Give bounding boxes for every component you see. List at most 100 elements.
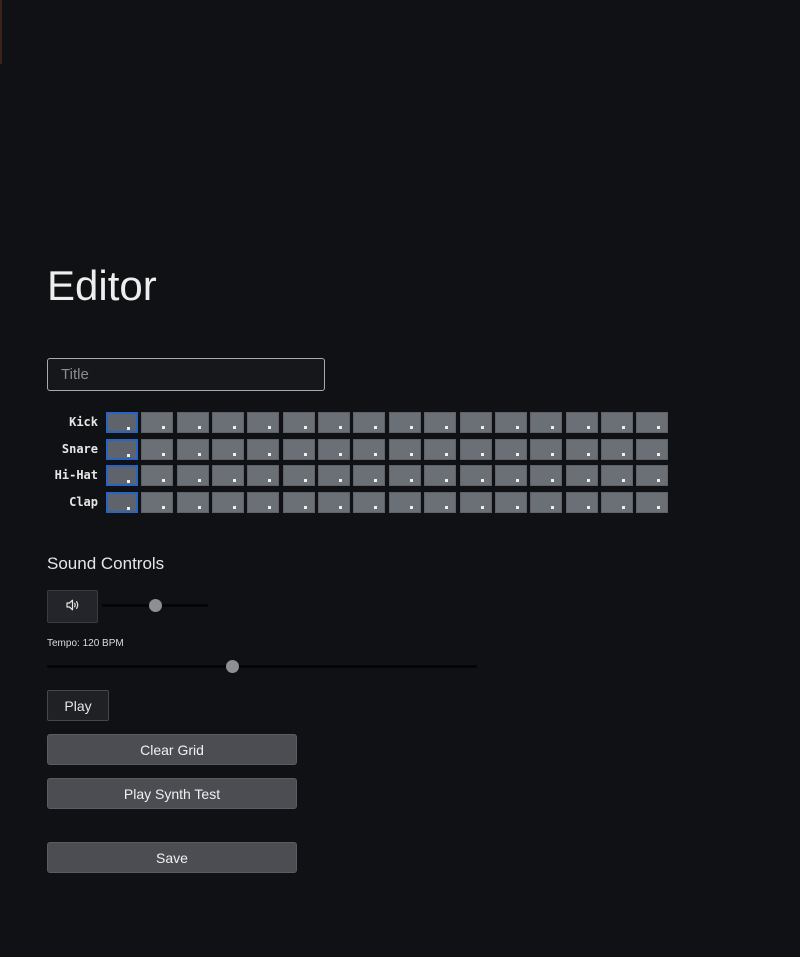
step-cell[interactable] — [353, 439, 385, 460]
step-indicator — [622, 479, 625, 482]
step-cell[interactable] — [424, 412, 456, 433]
step-cell[interactable] — [389, 412, 421, 433]
clear-grid-button[interactable]: Clear Grid — [47, 734, 297, 765]
step-cell[interactable] — [353, 492, 385, 513]
step-cell[interactable] — [636, 492, 668, 513]
step-cell[interactable] — [389, 492, 421, 513]
step-cell[interactable] — [318, 412, 350, 433]
step-cell[interactable] — [106, 412, 138, 433]
step-cell[interactable] — [460, 465, 492, 486]
step-indicator — [127, 480, 130, 483]
step-indicator — [657, 426, 660, 429]
track-row: Snare — [40, 439, 680, 461]
step-cell[interactable] — [530, 492, 562, 513]
step-cell[interactable] — [283, 465, 315, 486]
step-indicator — [551, 426, 554, 429]
step-cell[interactable] — [601, 492, 633, 513]
step-cell[interactable] — [566, 492, 598, 513]
step-indicator — [233, 506, 236, 509]
step-cell[interactable] — [601, 439, 633, 460]
step-cell[interactable] — [283, 492, 315, 513]
step-cell[interactable] — [495, 465, 527, 486]
step-indicator — [268, 479, 271, 482]
step-cell[interactable] — [601, 412, 633, 433]
track-row: Hi-Hat — [40, 465, 680, 487]
step-cell[interactable] — [495, 412, 527, 433]
step-cell[interactable] — [283, 439, 315, 460]
step-cell[interactable] — [460, 412, 492, 433]
step-cell[interactable] — [424, 439, 456, 460]
step-cell[interactable] — [424, 492, 456, 513]
step-cell[interactable] — [141, 492, 173, 513]
step-cell[interactable] — [460, 439, 492, 460]
step-cell[interactable] — [566, 439, 598, 460]
play-button[interactable]: Play — [47, 690, 109, 721]
step-cell[interactable] — [212, 439, 244, 460]
step-indicator — [127, 454, 130, 457]
step-indicator — [233, 426, 236, 429]
tempo-slider[interactable] — [47, 659, 477, 675]
step-cell[interactable] — [460, 492, 492, 513]
step-cell[interactable] — [601, 465, 633, 486]
step-cell[interactable] — [141, 439, 173, 460]
step-cell[interactable] — [106, 492, 138, 513]
step-cell[interactable] — [353, 412, 385, 433]
step-cell[interactable] — [177, 439, 209, 460]
step-cell[interactable] — [530, 465, 562, 486]
track-label: Kick — [69, 415, 98, 429]
window-edge-accent — [0, 0, 2, 64]
step-indicator — [657, 479, 660, 482]
step-indicator — [339, 426, 342, 429]
step-cell[interactable] — [106, 465, 138, 486]
step-cell[interactable] — [283, 412, 315, 433]
step-cell[interactable] — [106, 439, 138, 460]
step-cell[interactable] — [389, 465, 421, 486]
play-synth-test-button[interactable]: Play Synth Test — [47, 778, 297, 809]
step-indicator — [587, 506, 590, 509]
step-cell[interactable] — [318, 492, 350, 513]
step-cell[interactable] — [141, 412, 173, 433]
step-cell[interactable] — [495, 492, 527, 513]
track-label: Clap — [69, 495, 98, 509]
step-cell[interactable] — [530, 439, 562, 460]
step-cell[interactable] — [177, 412, 209, 433]
step-cell[interactable] — [318, 465, 350, 486]
mute-button[interactable] — [47, 590, 98, 623]
step-cell[interactable] — [212, 492, 244, 513]
step-cell[interactable] — [247, 412, 279, 433]
tempo-slider-thumb[interactable] — [226, 660, 239, 673]
step-cell[interactable] — [636, 439, 668, 460]
step-indicator — [304, 479, 307, 482]
step-indicator — [198, 479, 201, 482]
step-cell[interactable] — [636, 412, 668, 433]
step-indicator — [304, 426, 307, 429]
step-cell[interactable] — [495, 439, 527, 460]
save-button[interactable]: Save — [47, 842, 297, 873]
step-cell[interactable] — [247, 439, 279, 460]
speaker-volume-icon — [65, 598, 80, 616]
step-indicator — [374, 479, 377, 482]
step-indicator — [551, 506, 554, 509]
step-cell[interactable] — [318, 439, 350, 460]
step-indicator — [304, 453, 307, 456]
volume-slider[interactable] — [102, 598, 208, 614]
step-cell[interactable] — [389, 439, 421, 460]
step-cell[interactable] — [177, 465, 209, 486]
step-cell[interactable] — [636, 465, 668, 486]
step-cell[interactable] — [212, 465, 244, 486]
step-cell[interactable] — [247, 465, 279, 486]
step-indicator — [622, 506, 625, 509]
step-cell[interactable] — [247, 492, 279, 513]
step-indicator — [622, 426, 625, 429]
step-cell[interactable] — [566, 465, 598, 486]
title-input[interactable] — [47, 358, 325, 391]
step-cell[interactable] — [566, 412, 598, 433]
step-cell[interactable] — [177, 492, 209, 513]
step-cell[interactable] — [424, 465, 456, 486]
step-cell[interactable] — [530, 412, 562, 433]
step-cell[interactable] — [353, 465, 385, 486]
step-indicator — [339, 479, 342, 482]
step-cell[interactable] — [141, 465, 173, 486]
step-cell[interactable] — [212, 412, 244, 433]
volume-slider-thumb[interactable] — [149, 599, 162, 612]
